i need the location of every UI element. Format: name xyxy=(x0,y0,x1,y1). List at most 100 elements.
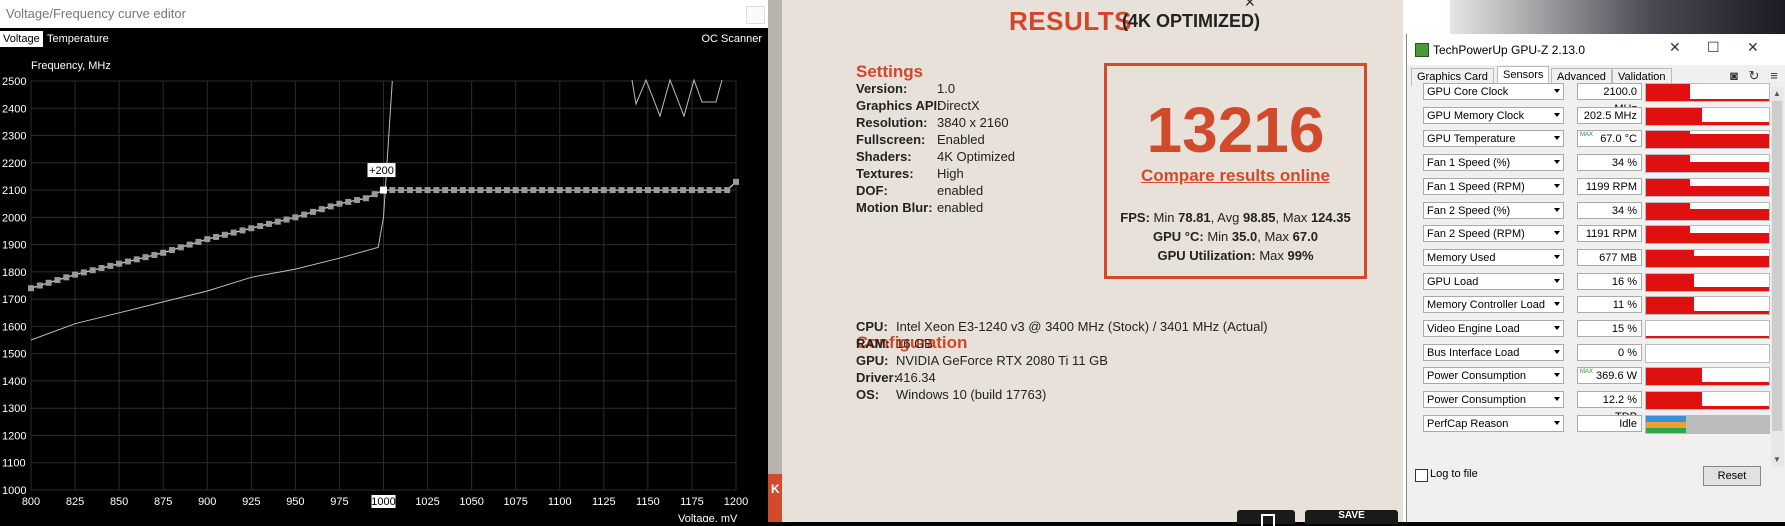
curve-point xyxy=(618,187,625,194)
x-tick-label: 800 xyxy=(22,496,40,508)
chevron-down-icon[interactable] xyxy=(1554,183,1560,188)
sensor-graph xyxy=(1645,272,1770,292)
chevron-down-icon[interactable] xyxy=(1554,302,1560,307)
sensor-graph xyxy=(1645,177,1770,197)
sensor-name-select[interactable]: Fan 2 Speed (%) xyxy=(1423,201,1564,219)
sensor-name-select[interactable]: PerfCap Reason xyxy=(1423,414,1564,432)
sensor-name: Video Engine Load xyxy=(1427,323,1520,335)
chevron-down-icon[interactable] xyxy=(1554,278,1560,283)
oc-scanner-button[interactable]: OC Scanner xyxy=(701,33,762,45)
scrollbar-thumb[interactable] xyxy=(1772,101,1782,431)
log-to-file-checkbox[interactable] xyxy=(1415,469,1428,482)
chevron-down-icon[interactable] xyxy=(1554,112,1560,117)
curve-point xyxy=(424,187,431,194)
vf-curve-chart[interactable]: Frequency, MHz 2500 2400 2300 2200 2100 2000 1… xyxy=(0,50,768,522)
gpu-util-stats: GPU Utilization: Max 99% xyxy=(1107,248,1364,263)
curve-point xyxy=(362,195,369,202)
background-window xyxy=(1403,0,1785,34)
curve-point xyxy=(239,227,246,234)
config-value: Intel Xeon E3-1240 v3 @ 3400 MHz (Stock)… xyxy=(896,319,1268,334)
x-tick-label: 1050 xyxy=(459,496,483,508)
curve-point xyxy=(310,208,316,215)
scroll-down-icon[interactable]: ▼ xyxy=(1773,455,1781,464)
x-tick-label: 1000 xyxy=(371,496,395,508)
close-icon[interactable] xyxy=(746,6,765,24)
config-row: RAM: 16 GB xyxy=(856,336,1276,351)
fps-max-label: Max xyxy=(1282,210,1308,225)
curve-point xyxy=(221,231,228,238)
sensor-name: Fan 1 Speed (%) xyxy=(1427,157,1511,170)
tab-voltage[interactable]: Voltage xyxy=(0,31,43,47)
fps-min-value: 78.81 xyxy=(1178,210,1211,225)
chevron-down-icon[interactable] xyxy=(1554,160,1560,165)
side-button[interactable]: K xyxy=(768,474,782,522)
sensor-graph xyxy=(1645,225,1770,245)
scroll-up-icon[interactable]: ▲ xyxy=(1773,89,1781,98)
background-photo xyxy=(1450,0,1785,34)
curve-point xyxy=(230,229,237,236)
sensor-name-select[interactable]: GPU Memory Clock xyxy=(1423,106,1564,124)
sensor-scrollbar[interactable]: ▲ ▼ xyxy=(1771,87,1784,467)
y-tick-label: 2000 xyxy=(2,212,26,224)
chevron-down-icon[interactable] xyxy=(1554,420,1560,425)
sensor-name: GPU Temperature xyxy=(1427,133,1516,146)
curve-point xyxy=(98,265,105,272)
curve-point xyxy=(415,187,422,194)
curve-point xyxy=(547,187,554,194)
chevron-down-icon[interactable] xyxy=(1554,207,1560,212)
fps-avg-label: Avg xyxy=(1217,210,1240,225)
curve-point xyxy=(583,187,590,194)
reset-button[interactable]: Reset xyxy=(1703,466,1761,486)
y-tick-label: 1100 xyxy=(2,458,26,470)
minimize-icon[interactable]: ✕ xyxy=(1669,39,1681,56)
maximize-icon[interactable]: ☐ xyxy=(1707,39,1720,56)
sensor-value-text: 1199 RPM xyxy=(1585,180,1637,193)
setting-key: Fullscreen: xyxy=(856,132,926,147)
sensor-name: Memory Used xyxy=(1427,251,1496,264)
chevron-down-icon[interactable] xyxy=(1554,349,1560,354)
sensor-graph xyxy=(1645,130,1770,150)
sensor-name-select[interactable]: GPU Core Clock xyxy=(1423,83,1564,100)
sensor-value: 677 MB xyxy=(1577,248,1642,266)
sensor-name-select[interactable]: GPU Temperature xyxy=(1423,130,1564,148)
curve-point xyxy=(151,251,158,258)
sensor-name-select[interactable]: Fan 2 Speed (RPM) xyxy=(1423,225,1564,243)
curve-point xyxy=(371,191,378,198)
x-tick-label: 1100 xyxy=(548,496,572,508)
sensor-graph xyxy=(1645,343,1770,363)
curve-point xyxy=(521,187,528,194)
sensor-value: MAX 369.6 W xyxy=(1577,367,1642,385)
sensor-name-select[interactable]: Fan 1 Speed (%) xyxy=(1423,154,1564,172)
config-key: Driver: xyxy=(856,370,898,385)
sensor-row: GPU Load 16 % xyxy=(1423,271,1770,294)
chevron-down-icon[interactable] xyxy=(1554,89,1560,93)
sensor-name-select[interactable]: Fan 1 Speed (RPM) xyxy=(1423,177,1564,195)
sensor-name-select[interactable]: Power Consumption xyxy=(1423,391,1564,409)
chevron-down-icon[interactable] xyxy=(1554,136,1560,141)
sensor-name-select[interactable]: Bus Interface Load xyxy=(1423,343,1564,361)
sensor-row: Fan 1 Speed (RPM) 1199 RPM xyxy=(1423,176,1770,199)
chevron-down-icon[interactable] xyxy=(1554,326,1560,330)
sensor-graph xyxy=(1645,367,1770,387)
config-key: GPU: xyxy=(856,353,889,368)
chevron-down-icon[interactable] xyxy=(1554,373,1560,378)
chevron-down-icon[interactable] xyxy=(1554,397,1560,402)
sensor-name-select[interactable]: GPU Load xyxy=(1423,272,1564,290)
sensor-graph xyxy=(1645,83,1770,102)
chevron-down-icon[interactable] xyxy=(1554,254,1560,259)
close-icon[interactable]: ✕ xyxy=(1244,0,1256,11)
sensor-row: Memory Controller Load 11 % xyxy=(1423,294,1770,317)
sensor-name-select[interactable]: Memory Controller Load xyxy=(1423,296,1564,314)
default-curve xyxy=(30,80,393,341)
compare-results-link[interactable]: Compare results online xyxy=(1107,166,1364,186)
tab-temperature[interactable]: Temperature xyxy=(44,31,112,47)
sensor-name-select[interactable]: Memory Used xyxy=(1423,248,1564,266)
y-tick-label: 2500 xyxy=(2,76,26,88)
setting-value: 3840 x 2160 xyxy=(937,115,1009,130)
curve-point xyxy=(318,206,325,213)
x-axis-label: Voltage, mV xyxy=(678,513,738,522)
close-icon[interactable]: ✕ xyxy=(1747,39,1759,56)
chevron-down-icon[interactable] xyxy=(1554,231,1560,236)
sensor-name-select[interactable]: Power Consumption xyxy=(1423,367,1564,385)
sensor-name-select[interactable]: Video Engine Load xyxy=(1423,320,1564,337)
